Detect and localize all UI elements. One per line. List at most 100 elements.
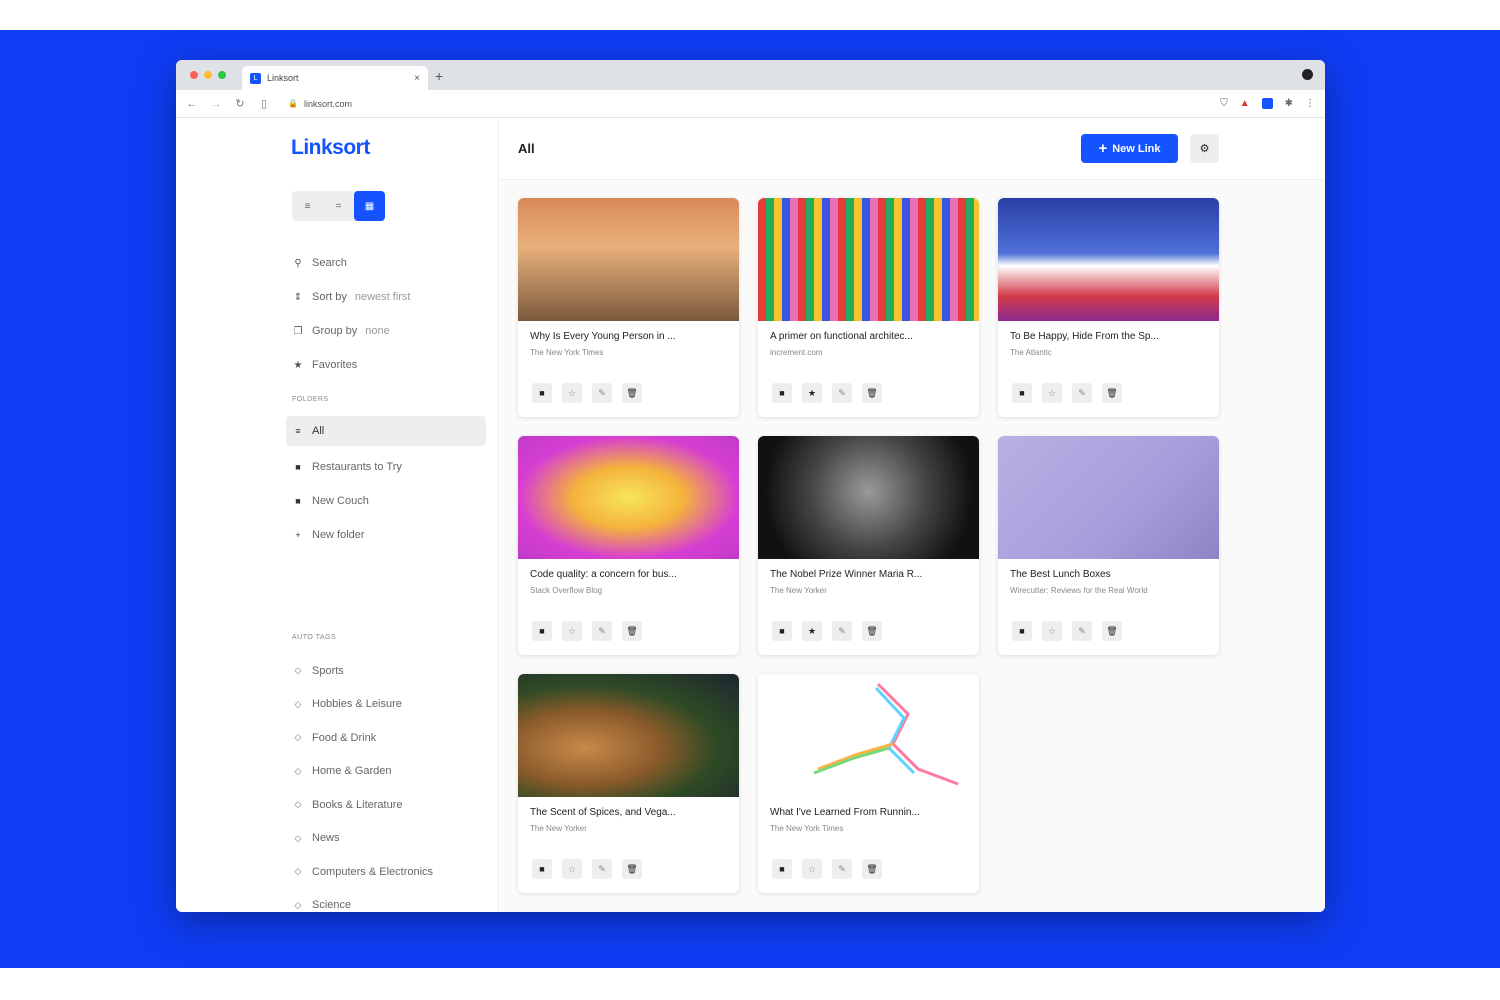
settings-button[interactable]: ⚙: [1190, 134, 1219, 163]
tab-close-icon[interactable]: ×: [414, 73, 420, 84]
trash-icon[interactable]: 🗑: [862, 621, 882, 641]
link-card[interactable]: Code quality: a concern for bus... Stack …: [518, 436, 739, 655]
new-link-button[interactable]: + New Link: [1081, 134, 1178, 163]
sidebar-menu-sort[interactable]: ⇕ Sort by newest first: [292, 280, 487, 314]
link-title[interactable]: Code quality: a concern for bus...: [530, 569, 728, 580]
link-card[interactable]: What I've Learned From Runnin... The New …: [758, 674, 979, 893]
window-controls: [190, 71, 226, 79]
trash-icon[interactable]: 🗑: [1102, 621, 1122, 641]
edit-icon[interactable]: ✎: [832, 383, 852, 403]
edit-icon[interactable]: ✎: [1072, 621, 1092, 641]
link-thumbnail[interactable]: [758, 198, 979, 321]
link-card[interactable]: Why Is Every Young Person in ... The New …: [518, 198, 739, 417]
link-title[interactable]: Why Is Every Young Person in ...: [530, 331, 728, 342]
trash-icon[interactable]: 🗑: [862, 859, 882, 879]
bookmark-icon[interactable]: ▯: [258, 97, 270, 110]
browser-tab[interactable]: L Linksort ×: [242, 66, 428, 90]
auto-tag-item[interactable]: ◇ Food & Drink: [292, 721, 433, 755]
edit-icon[interactable]: ✎: [832, 621, 852, 641]
edit-icon[interactable]: ✎: [832, 859, 852, 879]
trash-icon[interactable]: 🗑: [622, 859, 642, 879]
link-thumbnail[interactable]: [998, 198, 1219, 321]
move-folder-icon[interactable]: ■: [772, 621, 792, 641]
favorite-star-icon[interactable]: ★: [802, 383, 822, 403]
move-folder-icon[interactable]: ■: [1012, 383, 1032, 403]
trash-icon[interactable]: 🗑: [622, 383, 642, 403]
reload-icon[interactable]: ↻: [234, 97, 246, 110]
link-source: The New York Times: [530, 348, 604, 357]
auto-tag-item[interactable]: ◇ Hobbies & Leisure: [292, 688, 433, 722]
link-card[interactable]: To Be Happy, Hide From the Sp... The Atla…: [998, 198, 1219, 417]
move-folder-icon[interactable]: ■: [1012, 621, 1032, 641]
menu-dots-icon[interactable]: ⋮: [1305, 98, 1315, 109]
link-card[interactable]: The Nobel Prize Winner Maria R... The New…: [758, 436, 979, 655]
favorite-star-icon[interactable]: ☆: [562, 383, 582, 403]
link-thumbnail[interactable]: [518, 198, 739, 321]
url-field[interactable]: 🔒 linksort.com: [288, 99, 1208, 109]
search-icon: ⚲: [294, 257, 302, 269]
link-title[interactable]: A primer on functional architec...: [770, 331, 968, 342]
profile-icon[interactable]: [1302, 69, 1313, 80]
puzzle-icon[interactable]: ✱: [1285, 98, 1293, 109]
move-folder-icon[interactable]: ■: [532, 859, 552, 879]
sidebar-menu-group[interactable]: ❐ Group by none: [292, 314, 487, 348]
warning-icon[interactable]: ▲: [1240, 98, 1250, 109]
link-thumbnail[interactable]: [998, 436, 1219, 559]
link-thumbnail[interactable]: [758, 674, 979, 797]
list-view-icon[interactable]: ≡: [292, 191, 323, 221]
move-folder-icon[interactable]: ■: [532, 383, 552, 403]
favorite-star-icon[interactable]: ☆: [562, 859, 582, 879]
grid-view-icon[interactable]: ▦: [354, 191, 385, 221]
auto-tag-item[interactable]: ◇ Home & Garden: [292, 755, 433, 789]
logo[interactable]: Linksort: [291, 136, 370, 160]
move-folder-icon[interactable]: ■: [772, 859, 792, 879]
auto-tag-item[interactable]: ◇ Computers & Electronics: [292, 855, 434, 889]
compact-view-icon[interactable]: =: [323, 191, 354, 221]
link-thumbnail[interactable]: [518, 436, 739, 559]
folder-item[interactable]: ■ Restaurants to Try: [286, 450, 486, 484]
folder-item[interactable]: ■ New Couch: [286, 484, 486, 518]
link-title[interactable]: The Scent of Spices, and Vega...: [530, 807, 728, 818]
forward-arrow-icon[interactable]: →: [210, 98, 222, 110]
new-tab-button[interactable]: +: [435, 68, 443, 84]
favorite-star-icon[interactable]: ☆: [1042, 621, 1062, 641]
edit-icon[interactable]: ✎: [592, 621, 612, 641]
trash-icon[interactable]: 🗑: [622, 621, 642, 641]
sidebar-menu-search[interactable]: ⚲ Search: [292, 246, 487, 280]
sidebar: Linksort ≡ = ▦ ⚲ Search ⇕ Sort by newest fir…: [176, 118, 499, 912]
link-title[interactable]: To Be Happy, Hide From the Sp...: [1010, 331, 1208, 342]
sidebar-menu-star[interactable]: ★ Favorites: [292, 348, 487, 382]
link-title[interactable]: The Nobel Prize Winner Maria R...: [770, 569, 968, 580]
minimize-window-button[interactable]: [204, 71, 212, 79]
auto-tag-item[interactable]: ◇ News: [292, 822, 433, 856]
trash-icon[interactable]: 🗑: [862, 383, 882, 403]
link-thumbnail[interactable]: [518, 674, 739, 797]
favorite-star-icon[interactable]: ★: [802, 621, 822, 641]
link-title[interactable]: The Best Lunch Boxes: [1010, 569, 1208, 580]
favorite-star-icon[interactable]: ☆: [562, 621, 582, 641]
shield-icon[interactable]: ⛉: [1220, 98, 1228, 109]
auto-tag-item[interactable]: ◇ Sports: [292, 654, 433, 688]
edit-icon[interactable]: ✎: [592, 383, 612, 403]
move-folder-icon[interactable]: ■: [532, 621, 552, 641]
favorite-star-icon[interactable]: ☆: [802, 859, 822, 879]
move-folder-icon[interactable]: ■: [772, 383, 792, 403]
linksort-extension-icon[interactable]: [1261, 98, 1273, 109]
link-card[interactable]: The Best Lunch Boxes Wirecutter: Reviews …: [998, 436, 1219, 655]
trash-icon[interactable]: 🗑: [1102, 383, 1122, 403]
folder-item[interactable]: ≡ All: [286, 416, 486, 446]
link-thumbnail[interactable]: [758, 436, 979, 559]
auto-tag-item[interactable]: ◇ Science: [292, 889, 433, 913]
link-title[interactable]: What I've Learned From Runnin...: [770, 807, 968, 818]
link-card[interactable]: A primer on functional architec... increm…: [758, 198, 979, 417]
back-arrow-icon[interactable]: ←: [186, 98, 198, 110]
maximize-window-button[interactable]: [218, 71, 226, 79]
link-card[interactable]: The Scent of Spices, and Vega... The New …: [518, 674, 739, 893]
linksort-favicon-icon: L: [250, 72, 261, 84]
auto-tag-item[interactable]: ◇ Books & Literature: [292, 788, 433, 822]
folder-item[interactable]: + New folder: [286, 518, 486, 552]
edit-icon[interactable]: ✎: [1072, 383, 1092, 403]
close-window-button[interactable]: [190, 71, 198, 79]
edit-icon[interactable]: ✎: [592, 859, 612, 879]
favorite-star-icon[interactable]: ☆: [1042, 383, 1062, 403]
